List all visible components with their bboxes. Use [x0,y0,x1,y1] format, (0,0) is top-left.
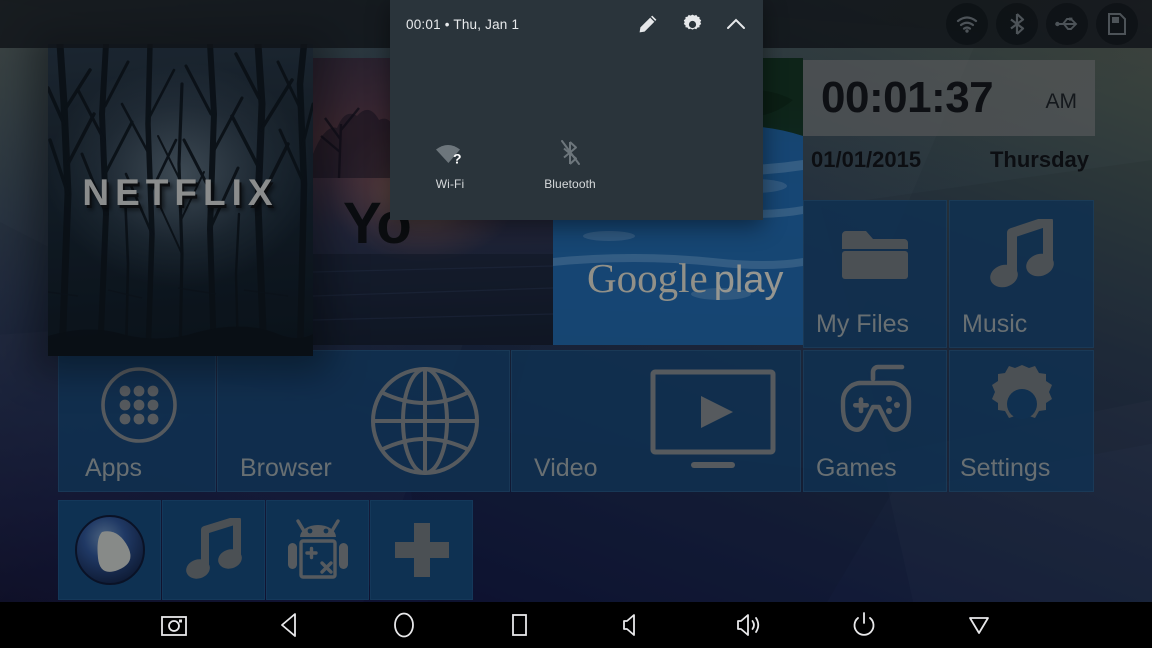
power-button[interactable] [806,602,921,648]
launcher-screen: NETFLIX Yo Google play 00:01:37 AM 01/01… [0,0,1152,648]
back-button[interactable] [231,602,346,648]
sdcard-status-icon [1096,3,1138,45]
navigation-bar [0,602,1152,648]
recents-button[interactable] [461,602,576,648]
quick-settings-panel: 00:01 • Thu, Jan 1 ? Wi-Fi Bluetooth [390,0,763,220]
volume-up-button[interactable] [691,602,806,648]
qs-tile-label: Wi-Fi [435,177,465,191]
home-button[interactable] [346,602,461,648]
wifi-status-icon [946,3,988,45]
usb-status-icon [1046,3,1088,45]
qs-tile-label: Bluetooth [544,177,596,191]
quick-settings-clock-text: 00:01 • Thu, Jan 1 [406,16,520,32]
bluetooth-off-icon [560,140,580,166]
screenshot-button[interactable] [116,602,231,648]
wifi-question-icon: ? [435,140,465,166]
chevron-up-icon[interactable] [719,7,753,41]
status-bar-icons [946,0,1138,48]
edit-pencil-icon[interactable] [631,7,665,41]
quick-settings-actions [631,0,753,48]
gear-icon[interactable] [675,7,709,41]
volume-down-button[interactable] [576,602,691,648]
hide-navbar-button[interactable] [921,602,1036,648]
qs-tile-wifi[interactable]: ? Wi-Fi [390,140,510,191]
svg-text:?: ? [453,151,462,166]
bluetooth-status-icon [996,3,1038,45]
quick-settings-tiles: ? Wi-Fi Bluetooth [390,140,763,191]
quick-settings-header: 00:01 • Thu, Jan 1 [390,0,763,48]
qs-tile-bluetooth[interactable]: Bluetooth [510,140,630,191]
